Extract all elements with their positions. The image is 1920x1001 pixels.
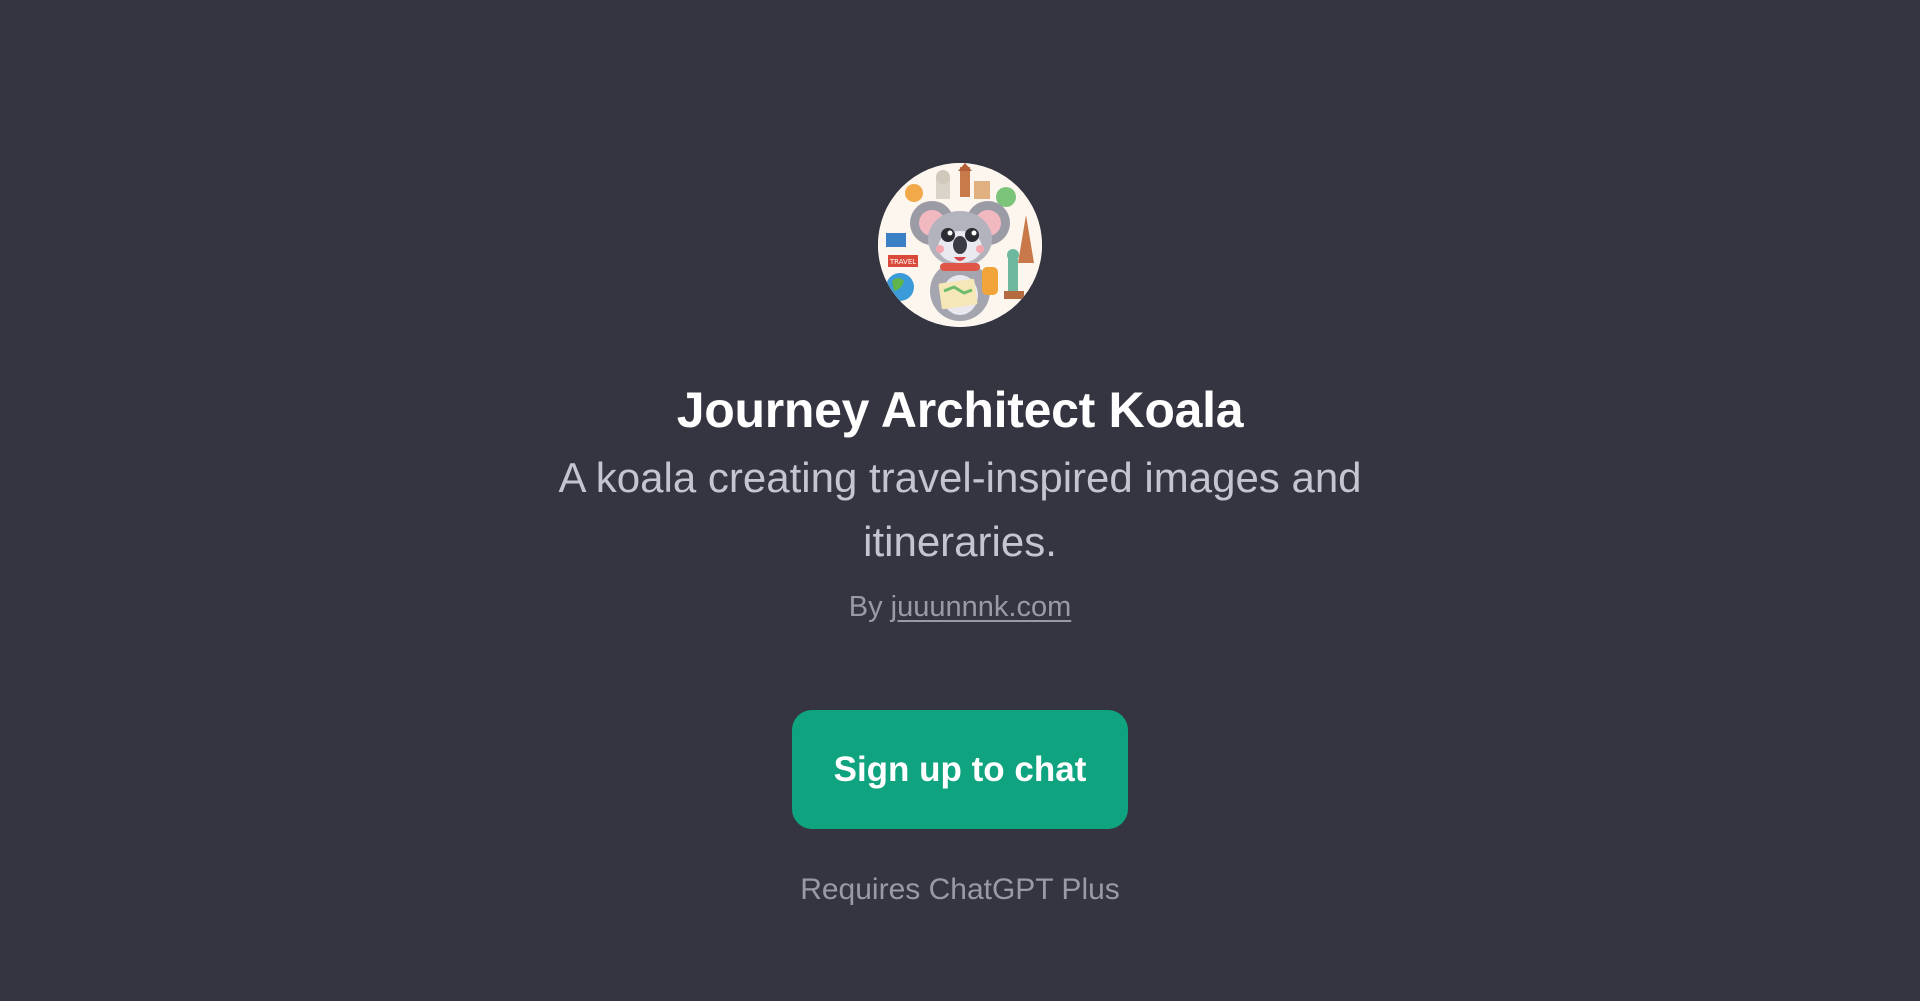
gpt-title: Journey Architect Koala	[676, 382, 1244, 438]
byline-prefix: By	[848, 591, 883, 623]
author-byline: By juuunnnk.com	[0, 587, 1920, 627]
requirement-note: Requires ChatGPT Plus	[800, 873, 1120, 906]
gpt-landing-page: TRAVEL Journey Architect Koala A koala c…	[0, 0, 1920, 1001]
koala-avatar-icon: TRAVEL	[878, 163, 1042, 327]
author-link[interactable]: juuunnnk.com	[891, 591, 1072, 623]
gpt-description: A koala creating travel-inspired images …	[558, 454, 1362, 565]
svg-text:TRAVEL: TRAVEL	[889, 258, 916, 266]
sign-up-to-chat-button[interactable]: Sign up to chat	[792, 710, 1128, 829]
